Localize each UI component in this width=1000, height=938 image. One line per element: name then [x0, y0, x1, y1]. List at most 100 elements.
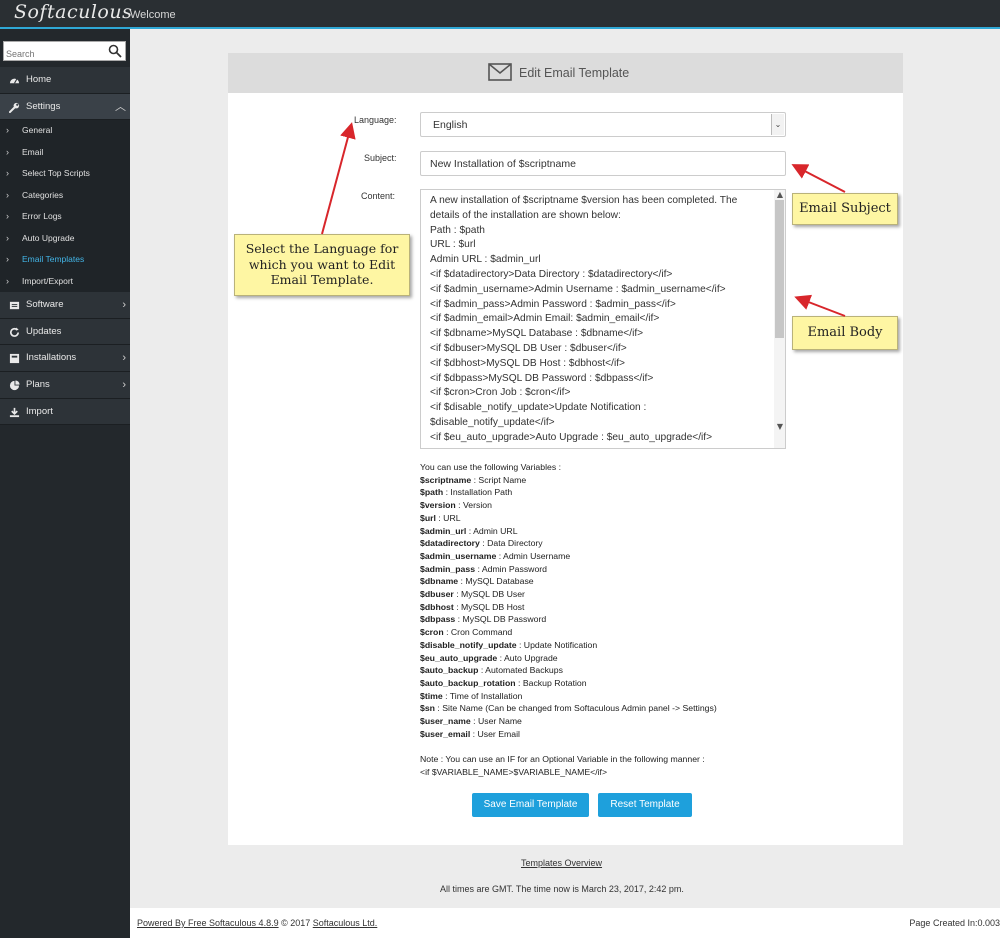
reset-template-button[interactable]: Reset Template — [598, 793, 692, 817]
sidebar-item-software[interactable]: Software › — [0, 292, 130, 319]
callout-email-body: Email Body — [792, 316, 898, 350]
content-line: <if $dbname>MySQL Database : $dbname</if… — [430, 328, 644, 340]
variable-desc: : MySQL DB Host — [453, 601, 525, 612]
variable-name: $cron — [420, 627, 444, 638]
company-link[interactable]: Softaculous Ltd. — [313, 918, 378, 928]
softaculous-logo[interactable]: Softaculous — [14, 1, 132, 23]
sidebar-item-updates[interactable]: Updates — [0, 318, 130, 346]
variable-desc: : Data Directory — [479, 538, 543, 549]
save-email-template-button[interactable]: Save Email Template — [472, 793, 589, 817]
variable-row: $datadirectory : Data Directory — [420, 537, 860, 550]
subject-input[interactable]: New Installation of $scriptname — [420, 151, 786, 176]
variable-name: $dbname — [420, 576, 459, 587]
search-icon[interactable] — [108, 44, 122, 58]
variable-desc: : MySQL DB User — [453, 589, 525, 600]
sidebar-item-label: Updates — [26, 325, 62, 337]
sidebar-sub-label: Select Top Scripts — [22, 168, 90, 179]
sidebar-sub-label: General — [22, 125, 53, 136]
chevron-right-icon: › — [6, 189, 9, 200]
chevron-right-icon: › — [122, 352, 126, 365]
callout-language: Select the Language for which you want t… — [234, 234, 410, 296]
welcome-text: Welcome — [130, 9, 176, 21]
variable-row: $eu_auto_upgrade : Auto Upgrade — [420, 652, 860, 665]
sidebar-sub-error-logs[interactable]: › Error Logs — [0, 206, 130, 228]
download-icon — [9, 407, 20, 417]
page-created-text: Page Created In:0.003 — [909, 918, 1000, 928]
variable-desc: : Backup Rotation — [515, 677, 587, 688]
sidebar-sub-email[interactable]: › Email — [0, 141, 130, 164]
variable-row: $admin_pass : Admin Password — [420, 563, 860, 576]
sidebar-item-installations[interactable]: Installations › — [0, 345, 130, 372]
content-line: Path : $path — [430, 224, 485, 236]
variable-desc: : Time of Installation — [442, 690, 523, 701]
content-textarea[interactable]: A new installation of $scriptname $versi… — [420, 189, 786, 449]
sidebar-sub-label: Categories — [22, 189, 64, 200]
variable-row: $dbuser : MySQL DB User — [420, 588, 860, 601]
variable-name: $version — [420, 500, 456, 511]
sidebar-sub-email-templates[interactable]: › Email Templates — [0, 249, 130, 271]
content-scrollbar-thumb[interactable] — [775, 200, 784, 338]
search-input[interactable] — [4, 45, 106, 63]
sidebar-item-label: Settings — [26, 100, 61, 112]
chevron-right-icon: › — [6, 232, 9, 243]
variable-name: $dbpass — [420, 614, 456, 625]
sidebar-sub-import-export[interactable]: › Import/Export — [0, 270, 130, 293]
sidebar-nav: Home Settings ︿ › General › Email › Select … — [0, 67, 130, 426]
variable-row: $admin_url : Admin URL — [420, 525, 860, 538]
language-select[interactable]: English ⌄ — [420, 112, 786, 137]
footer-left: Powered By Free Softaculous 4.8.9 © 2017… — [137, 918, 377, 928]
sidebar-sub-label: Error Logs — [22, 211, 62, 222]
scroll-down-icon[interactable]: ▼ — [777, 422, 783, 431]
sidebar-item-home[interactable]: Home — [0, 67, 130, 94]
chevron-right-icon: › — [122, 378, 126, 391]
variable-desc: : Script Name — [471, 474, 527, 485]
sidebar-sub-select-top-scripts[interactable]: › Select Top Scripts — [0, 163, 130, 185]
variable-name: $scriptname — [420, 474, 472, 485]
variable-desc: : Automated Backups — [478, 665, 563, 676]
templates-overview-link[interactable]: Templates Overview — [521, 858, 602, 868]
chevron-right-icon: › — [6, 254, 9, 265]
variable-row: $dbpass : MySQL DB Password — [420, 613, 860, 626]
sidebar-sub-label: Auto Upgrade — [22, 232, 75, 243]
sidebar-sub-label: Email Templates — [22, 254, 85, 265]
content-line: Admin URL : $admin_url — [430, 254, 541, 266]
sidebar-sub-general[interactable]: › General — [0, 120, 130, 142]
content-line: <if $cron>Cron Job : $cron</if> — [430, 387, 571, 399]
variable-row: $auto_backup : Automated Backups — [420, 664, 860, 677]
variable-row: $disable_notify_update : Update Notifica… — [420, 639, 860, 652]
content-text: A new installation of $scriptname $versi… — [430, 194, 762, 446]
top-bar: Softaculous Welcome — [0, 0, 1000, 29]
variable-row: $cron : Cron Command — [420, 626, 860, 639]
sidebar-sub-auto-upgrade[interactable]: › Auto Upgrade — [0, 227, 130, 250]
sidebar-item-plans[interactable]: Plans › — [0, 371, 130, 399]
sidebar-item-import[interactable]: Import — [0, 398, 130, 426]
variable-row: $sn : Site Name (Can be changed from Sof… — [420, 702, 860, 715]
sidebar-sub-label: Import/Export — [22, 275, 74, 286]
time-note: All times are GMT. The time now is March… — [440, 884, 684, 894]
variable-name: $eu_auto_upgrade — [420, 652, 498, 663]
chevron-up-icon: ︿ — [115, 100, 126, 113]
variable-name: $time — [420, 690, 443, 701]
content-line: A new installation of $scriptname $versi… — [430, 195, 741, 221]
chevron-right-icon: › — [6, 168, 9, 179]
variable-name: $auto_backup — [420, 665, 479, 676]
variable-name: $sn — [420, 703, 435, 714]
copyright-text: © 2017 — [278, 918, 313, 928]
variables-help: You can use the following Variables : $s… — [420, 461, 860, 779]
chevron-down-icon[interactable]: ⌄ — [771, 114, 784, 135]
content-line: <if $eu_auto_upgrade>Auto Upgrade : $eu_… — [430, 431, 713, 443]
content-line: URL : $url — [430, 239, 476, 251]
chevron-right-icon: › — [122, 299, 126, 312]
scroll-up-icon[interactable]: ▲ — [777, 190, 783, 199]
content-line: <if $disable_notify_update>Update Notifi… — [430, 402, 650, 428]
note-example: <if $VARIABLE_NAME>$VARIABLE_NAME</if> — [420, 766, 608, 777]
variable-desc: : MySQL DB Password — [455, 614, 547, 625]
variable-row: $url : URL — [420, 512, 860, 525]
search-box — [3, 41, 126, 63]
powered-by-link[interactable]: Powered By Free Softaculous 4.8.9 — [137, 918, 279, 928]
language-select-value: English — [433, 119, 468, 131]
sidebar-sub-label: Email — [22, 146, 44, 157]
sidebar-item-settings[interactable]: Settings ︿ — [0, 93, 130, 121]
sidebar-sub-categories[interactable]: › Categories — [0, 184, 130, 207]
